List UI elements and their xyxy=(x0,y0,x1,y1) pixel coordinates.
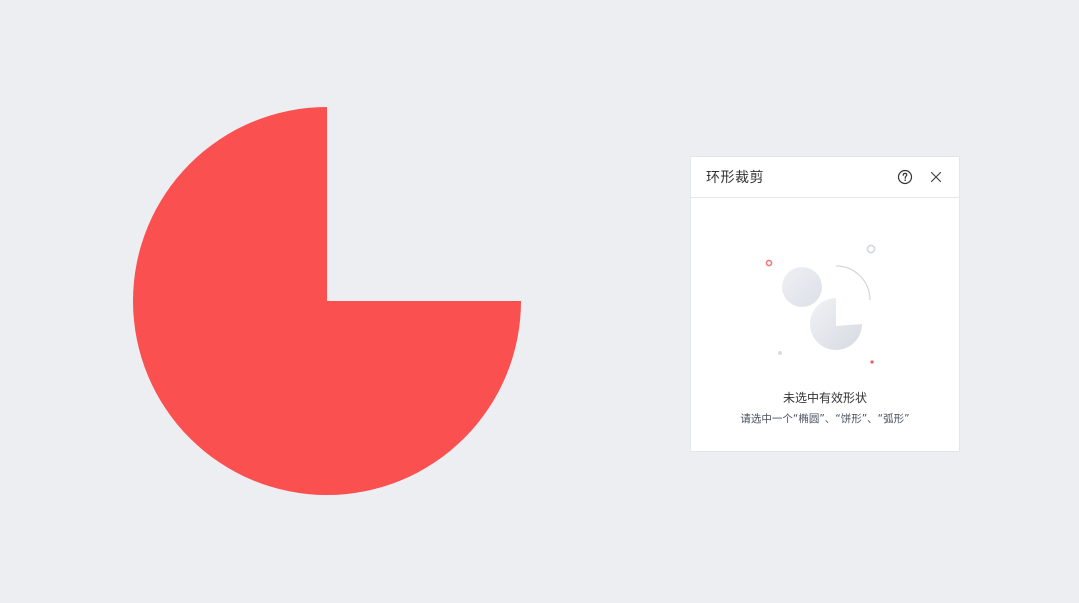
panel-title: 环形裁剪 xyxy=(706,170,764,186)
empty-shapes-illustration-icon xyxy=(765,244,876,364)
close-icon[interactable] xyxy=(927,168,945,186)
pie-shape-path[interactable] xyxy=(133,107,521,495)
panel-body: 未选中有效形状 请选中一个“椭圆”、“饼形”、“弧形” xyxy=(691,198,959,452)
empty-state-title: 未选中有效形状 xyxy=(782,391,867,405)
panel-header: 环形裁剪 xyxy=(691,157,959,198)
empty-state-description: 请选中一个“椭圆”、“饼形”、“弧形” xyxy=(740,413,910,425)
ring-crop-panel: 环形裁剪 未选中有效形状 请选中一个“椭圆”、“饼形”、“弧形” xyxy=(690,156,960,452)
help-circle-icon[interactable] xyxy=(896,168,914,186)
